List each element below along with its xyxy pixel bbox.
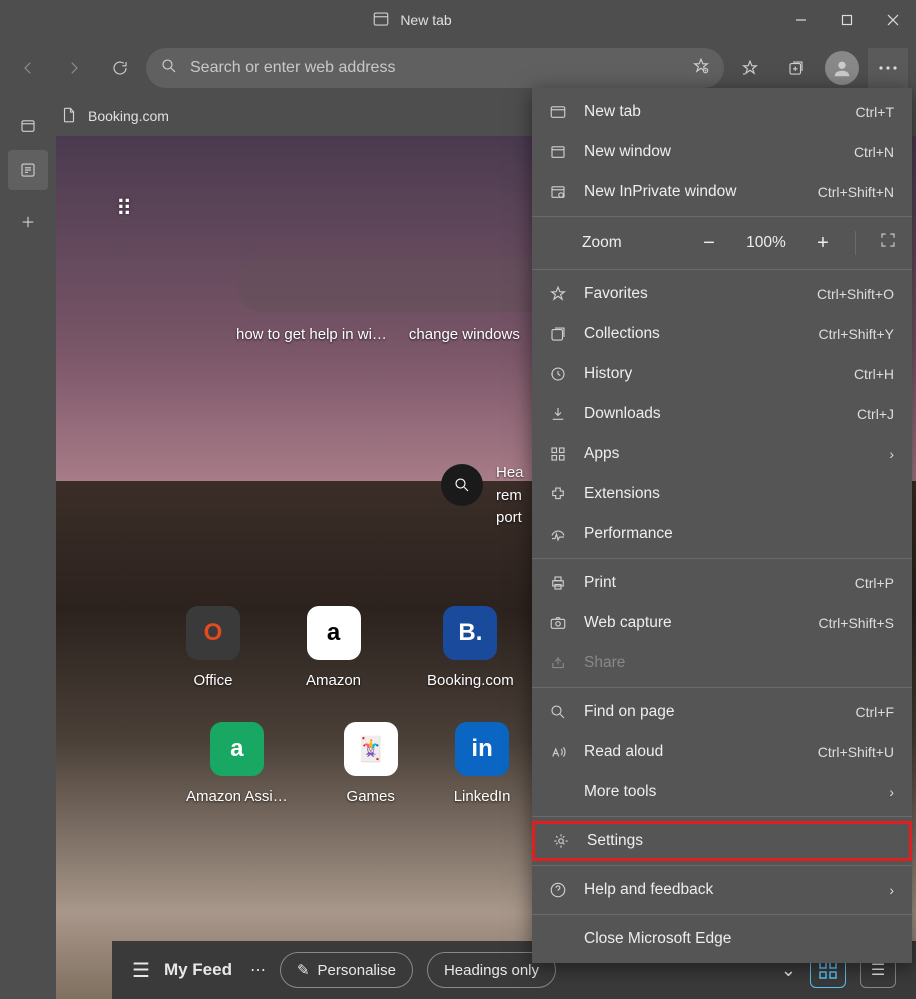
apps-launcher-icon[interactable]: ⠿ <box>116 196 134 222</box>
zoom-out-button[interactable]: − <box>695 232 723 255</box>
read-aloud-icon <box>548 743 568 761</box>
quick-link-office[interactable]: OOffice <box>186 606 240 689</box>
menu-history[interactable]: HistoryCtrl+H <box>532 354 912 394</box>
title-bar: New tab <box>0 0 916 40</box>
menu-close-edge[interactable]: Close Microsoft Edge <box>532 919 912 959</box>
zoom-value: 100% <box>741 234 791 252</box>
zoom-in-button[interactable]: + <box>809 232 837 255</box>
inprivate-icon <box>548 183 568 201</box>
address-placeholder: Search or enter web address <box>190 59 395 77</box>
new-tab-icon <box>548 103 568 121</box>
quick-links-row-2: aAmazon Assi… 🃏Games inLinkedIn <box>186 722 510 805</box>
news-search-icon[interactable] <box>441 464 483 506</box>
menu-apps[interactable]: Apps› <box>532 434 912 474</box>
minimize-button[interactable] <box>778 0 824 40</box>
chevron-right-icon: › <box>889 784 894 800</box>
menu-read-aloud[interactable]: Read aloudCtrl+Shift+U <box>532 732 912 772</box>
chevron-right-icon: › <box>889 882 894 898</box>
menu-extensions[interactable]: Extensions <box>532 474 912 514</box>
back-button[interactable] <box>8 48 48 88</box>
favorites-button[interactable] <box>730 48 770 88</box>
quick-link-linkedin[interactable]: inLinkedIn <box>454 722 511 805</box>
camera-icon <box>548 614 568 632</box>
menu-downloads[interactable]: DownloadsCtrl+J <box>532 394 912 434</box>
chevron-right-icon: › <box>889 446 894 462</box>
menu-favorites[interactable]: FavoritesCtrl+Shift+O <box>532 274 912 314</box>
share-icon <box>548 654 568 672</box>
window-title: New tab <box>400 12 451 28</box>
suggestion-item[interactable]: change windows <box>409 326 520 343</box>
forward-button[interactable] <box>54 48 94 88</box>
star-icon <box>548 285 568 303</box>
quick-link-amazon-assist[interactable]: aAmazon Assi… <box>186 722 288 805</box>
window-icon <box>548 143 568 161</box>
search-suggestions: how to get help in wi… change windows <box>236 326 520 343</box>
close-window-button[interactable] <box>870 0 916 40</box>
help-icon <box>548 881 568 899</box>
menu-zoom: Zoom − 100% + <box>532 221 912 265</box>
quick-links-row-1: OOffice aAmazon B.Booking.com <box>186 606 514 689</box>
quick-link-amazon[interactable]: aAmazon <box>306 606 361 689</box>
gear-icon <box>551 832 571 850</box>
menu-performance[interactable]: Performance <box>532 514 912 554</box>
menu-inprivate[interactable]: New InPrivate windowCtrl+Shift+N <box>532 172 912 212</box>
collections-icon <box>548 325 568 343</box>
collections-button[interactable] <box>776 48 816 88</box>
add-favorite-icon[interactable] <box>692 57 710 80</box>
quick-link-booking[interactable]: B.Booking.com <box>427 606 514 689</box>
menu-settings[interactable]: Settings <box>532 821 912 861</box>
pencil-icon: ✎ <box>297 961 310 979</box>
quick-link-games[interactable]: 🃏Games <box>344 722 398 805</box>
menu-new-window[interactable]: New windowCtrl+N <box>532 132 912 172</box>
menu-share: Share <box>532 643 912 683</box>
maximize-button[interactable] <box>824 0 870 40</box>
find-icon <box>548 703 568 721</box>
performance-icon <box>548 525 568 543</box>
menu-collections[interactable]: CollectionsCtrl+Shift+Y <box>532 314 912 354</box>
settings-context-menu: New tabCtrl+T New windowCtrl+N New InPri… <box>532 88 912 963</box>
menu-help[interactable]: Help and feedback› <box>532 870 912 910</box>
menu-print[interactable]: PrintCtrl+P <box>532 563 912 603</box>
settings-menu-button[interactable] <box>868 48 908 88</box>
history-icon <box>548 365 568 383</box>
feed-label: My Feed <box>164 960 232 980</box>
avatar-icon <box>825 51 859 85</box>
suggestion-item[interactable]: how to get help in wi… <box>236 326 387 343</box>
menu-web-capture[interactable]: Web captureCtrl+Shift+S <box>532 603 912 643</box>
download-icon <box>548 405 568 423</box>
fullscreen-button[interactable] <box>874 231 902 255</box>
menu-new-tab[interactable]: New tabCtrl+T <box>532 92 912 132</box>
apps-icon <box>548 445 568 463</box>
vertical-tab-bar <box>0 96 56 999</box>
address-bar[interactable]: Search or enter web address <box>146 48 724 88</box>
tab-label[interactable]: Booking.com <box>88 108 169 124</box>
personalise-button[interactable]: ✎Personalise <box>280 952 413 988</box>
tab-actions-button[interactable] <box>8 106 48 146</box>
new-tab-button[interactable] <box>8 202 48 242</box>
profile-button[interactable] <box>822 48 862 88</box>
print-icon <box>548 574 568 592</box>
page-icon <box>60 106 78 127</box>
menu-find[interactable]: Find on pageCtrl+F <box>532 692 912 732</box>
tab-icon <box>372 10 390 31</box>
menu-more-tools[interactable]: More tools› <box>532 772 912 812</box>
feed-menu-icon[interactable]: ☰ <box>132 958 150 983</box>
refresh-button[interactable] <box>100 48 140 88</box>
extensions-icon <box>548 485 568 503</box>
feed-more-icon[interactable]: ⋯ <box>250 960 266 980</box>
search-icon <box>160 57 178 80</box>
news-headline[interactable]: Hearemport <box>496 462 524 530</box>
current-tab-button[interactable] <box>8 150 48 190</box>
